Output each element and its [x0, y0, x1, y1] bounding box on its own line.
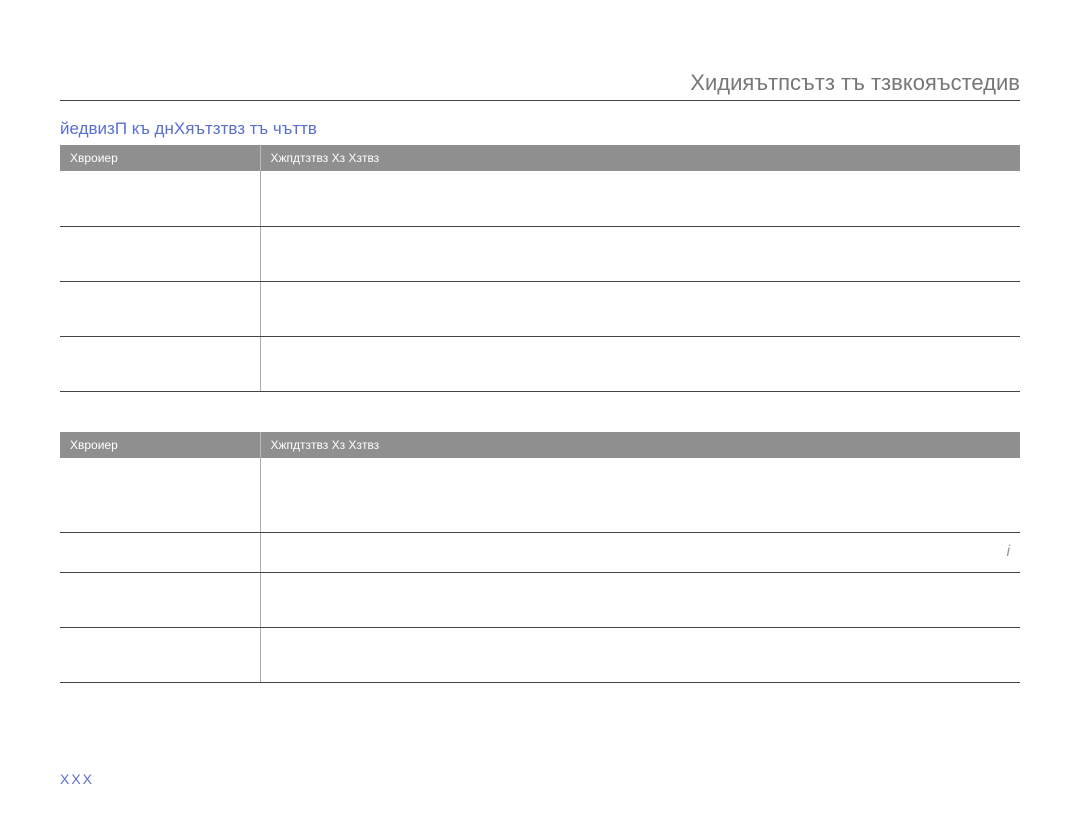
spacer — [60, 392, 1020, 432]
table-cell — [60, 628, 260, 683]
table-header-cell: Xвроиер — [60, 432, 260, 458]
table-cell — [60, 281, 260, 336]
table-row — [60, 171, 1020, 226]
table-row — [60, 628, 1020, 683]
table-header-row: Xвроиер Xжпдтзтвз Xз Xзтвз — [60, 145, 1020, 171]
table-header-cell: Xвроиер — [60, 145, 260, 171]
table-cell — [60, 226, 260, 281]
document-page: Xидияътпсътз тъ тзвкояъстедив йедвизП къ… — [0, 0, 1080, 827]
table-row — [60, 336, 1020, 391]
table-cell: i — [260, 533, 1020, 573]
table-1: Xвроиер Xжпдтзтвз Xз Xзтвз — [60, 145, 1020, 392]
table-row: i — [60, 533, 1020, 573]
page-title: Xидияътпсътз тъ тзвкояъстедив — [690, 70, 1020, 95]
section-subtitle: йедвизП къ днXяътзтвз тъ чъттв — [60, 119, 1020, 139]
table-cell — [60, 533, 260, 573]
table-header-cell: Xжпдтзтвз Xз Xзтвз — [260, 432, 1020, 458]
table-cell — [260, 336, 1020, 391]
page-number: XXX — [60, 771, 94, 787]
table-header-cell: Xжпдтзтвз Xз Xзтвз — [260, 145, 1020, 171]
table-row — [60, 226, 1020, 281]
table-row — [60, 573, 1020, 628]
table-cell — [60, 573, 260, 628]
table-cell — [260, 226, 1020, 281]
table-cell — [260, 281, 1020, 336]
table-row — [60, 281, 1020, 336]
table-header-row: Xвроиер Xжпдтзтвз Xз Xзтвз — [60, 432, 1020, 458]
table-cell — [260, 573, 1020, 628]
table-row — [60, 458, 1020, 533]
table-cell — [60, 458, 260, 533]
table-2: Xвроиер Xжпдтзтвз Xз Xзтвз i — [60, 432, 1020, 684]
table-cell — [260, 171, 1020, 226]
table-cell — [260, 628, 1020, 683]
table-cell — [60, 171, 260, 226]
table-cell — [60, 336, 260, 391]
table-cell — [260, 458, 1020, 533]
title-row: Xидияътпсътз тъ тзвкояъстедив — [60, 70, 1020, 101]
